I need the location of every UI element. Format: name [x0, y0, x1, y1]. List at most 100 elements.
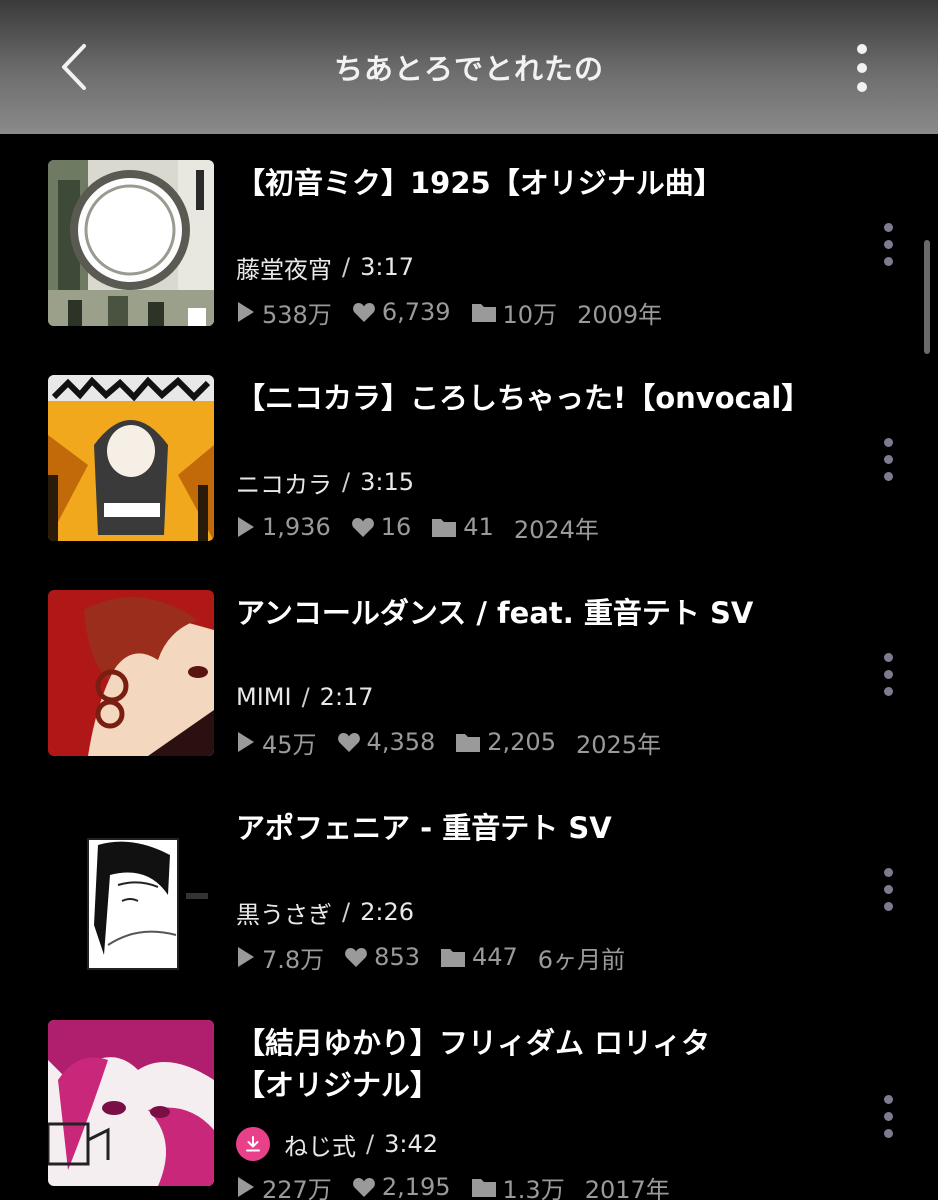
like-count: 2,195 — [381, 1173, 451, 1200]
video-title[interactable]: 【初音ミク】1925【オリジナル曲】 — [236, 162, 836, 204]
meta-separator: / — [342, 468, 351, 496]
download-icon — [246, 1136, 260, 1152]
more-vertical-icon — [857, 44, 867, 54]
folder-icon — [471, 304, 496, 322]
video-stats: 45万 4,358 2,205 2025年 — [236, 724, 681, 760]
play-count: 227万 — [262, 1175, 332, 1200]
video-stats: 538万 6,739 10万 2009年 — [236, 294, 682, 330]
video-thumbnail[interactable] — [48, 590, 214, 756]
item-more-button[interactable] — [868, 644, 908, 704]
mylist-count: 10万 — [502, 300, 558, 329]
heart-icon — [352, 1178, 375, 1197]
like-count: 16 — [380, 513, 412, 541]
like-count: 4,358 — [366, 728, 436, 756]
play-count: 7.8万 — [262, 945, 325, 974]
video-meta: 黒うさぎ / 2:26 — [236, 894, 414, 930]
list-item[interactable]: アポフェニア - 重音テト SV 黒うさぎ / 2:26 7.8万 853 44… — [0, 779, 910, 974]
item-more-button[interactable] — [868, 859, 908, 919]
mylist-count: 2,205 — [487, 728, 556, 756]
artist-name[interactable]: 藤堂夜宵 — [236, 250, 332, 285]
upload-date: 2017年 — [584, 1175, 670, 1200]
page-title: ちあとろでとれたの — [333, 52, 604, 86]
mylist-count: 447 — [471, 943, 518, 971]
heart-icon — [345, 948, 368, 967]
folder-icon — [440, 949, 465, 967]
play-count: 1,936 — [262, 513, 331, 541]
video-meta: ニコカラ / 3:15 — [236, 464, 414, 500]
item-more-button[interactable] — [868, 214, 908, 274]
like-count: 853 — [374, 943, 420, 971]
scrollbar[interactable] — [924, 240, 930, 354]
more-vertical-icon — [883, 652, 893, 662]
thumbnail-image — [48, 805, 214, 971]
thumbnail-image — [48, 375, 214, 541]
item-more-button[interactable] — [868, 429, 908, 489]
play-icon — [238, 302, 254, 322]
duration: 3:15 — [360, 468, 414, 496]
heart-icon — [337, 733, 360, 752]
meta-separator: / — [342, 898, 351, 926]
top-app-bar: ちあとろでとれたの — [0, 0, 938, 134]
folder-icon — [471, 1179, 496, 1197]
list-item[interactable]: 【初音ミク】1925【オリジナル曲】 藤堂夜宵 / 3:17 538万 6,73… — [0, 134, 910, 329]
like-count: 6,739 — [381, 298, 451, 326]
video-list: 【初音ミク】1925【オリジナル曲】 藤堂夜宵 / 3:17 538万 6,73… — [0, 134, 938, 1200]
upload-date: 2025年 — [575, 730, 662, 759]
video-title[interactable]: アポフェニア - 重音テト SV — [236, 807, 836, 849]
play-icon — [238, 517, 254, 537]
thumbnail-image — [48, 160, 214, 326]
list-item[interactable]: 【結月ゆかり】フリィダム ロリィタ 【オリジナル】 ねじ式 / 3:42 227… — [0, 994, 910, 1200]
more-vertical-icon — [883, 437, 893, 447]
more-vertical-icon — [883, 222, 893, 232]
heart-icon — [351, 518, 374, 537]
item-more-button[interactable] — [868, 1086, 908, 1146]
video-thumbnail[interactable] — [48, 1020, 214, 1186]
video-thumbnail[interactable] — [48, 805, 214, 971]
duration: 3:42 — [384, 1130, 438, 1158]
more-vertical-icon — [883, 867, 893, 877]
meta-separator: / — [342, 253, 351, 281]
video-meta: ねじ式 / 3:42 — [236, 1126, 438, 1162]
list-item[interactable]: 【ニコカラ】ころしちゃった!【onvocal】 ニコカラ / 3:15 1,93… — [0, 349, 910, 544]
video-thumbnail[interactable] — [48, 375, 214, 541]
meta-separator: / — [366, 1130, 375, 1158]
more-vertical-icon — [883, 1094, 893, 1104]
more-options-button[interactable] — [838, 38, 886, 98]
artist-name[interactable]: MIMI — [236, 683, 292, 711]
upload-date: 2009年 — [577, 300, 663, 329]
video-thumbnail[interactable] — [48, 160, 214, 326]
thumbnail-image — [48, 590, 214, 756]
downloaded-badge — [236, 1127, 270, 1161]
artist-name[interactable]: ニコカラ — [236, 465, 332, 500]
folder-icon — [456, 734, 481, 752]
mylist-count: 41 — [463, 513, 494, 541]
video-title[interactable]: アンコールダンス / feat. 重音テト SV — [236, 592, 836, 634]
upload-date: 2024年 — [513, 515, 599, 544]
heart-icon — [352, 303, 375, 322]
duration: 2:26 — [360, 898, 414, 926]
play-icon — [238, 732, 254, 752]
folder-icon — [432, 519, 457, 537]
upload-date: 6ヶ月前 — [537, 945, 626, 974]
play-icon — [238, 1177, 254, 1197]
artist-name[interactable]: 黒うさぎ — [236, 895, 332, 930]
video-meta: 藤堂夜宵 / 3:17 — [236, 249, 414, 285]
video-title[interactable]: 【結月ゆかり】フリィダム ロリィタ 【オリジナル】 — [236, 1022, 836, 1106]
meta-separator: / — [301, 683, 310, 711]
thumbnail-image — [48, 1020, 214, 1186]
video-meta: MIMI / 2:17 — [236, 679, 374, 715]
play-count: 538万 — [262, 300, 332, 329]
video-stats: 227万 2,195 1.3万 2017年 — [236, 1169, 690, 1200]
play-count: 45万 — [262, 730, 317, 759]
video-stats: 7.8万 853 447 6ヶ月前 — [236, 939, 645, 975]
list-item[interactable]: アンコールダンス / feat. 重音テト SV MIMI / 2:17 45万… — [0, 564, 910, 759]
video-stats: 1,936 16 41 2024年 — [236, 509, 619, 545]
video-title-line-2: 【オリジナル】 — [236, 1068, 440, 1102]
duration: 3:17 — [360, 253, 414, 281]
play-icon — [238, 947, 254, 967]
video-title[interactable]: 【ニコカラ】ころしちゃった!【onvocal】 — [236, 377, 836, 419]
video-title-line-1: 【結月ゆかり】フリィダム ロリィタ — [236, 1026, 711, 1060]
mylist-count: 1.3万 — [502, 1175, 565, 1200]
duration: 2:17 — [319, 683, 374, 711]
artist-name[interactable]: ねじ式 — [284, 1127, 356, 1162]
